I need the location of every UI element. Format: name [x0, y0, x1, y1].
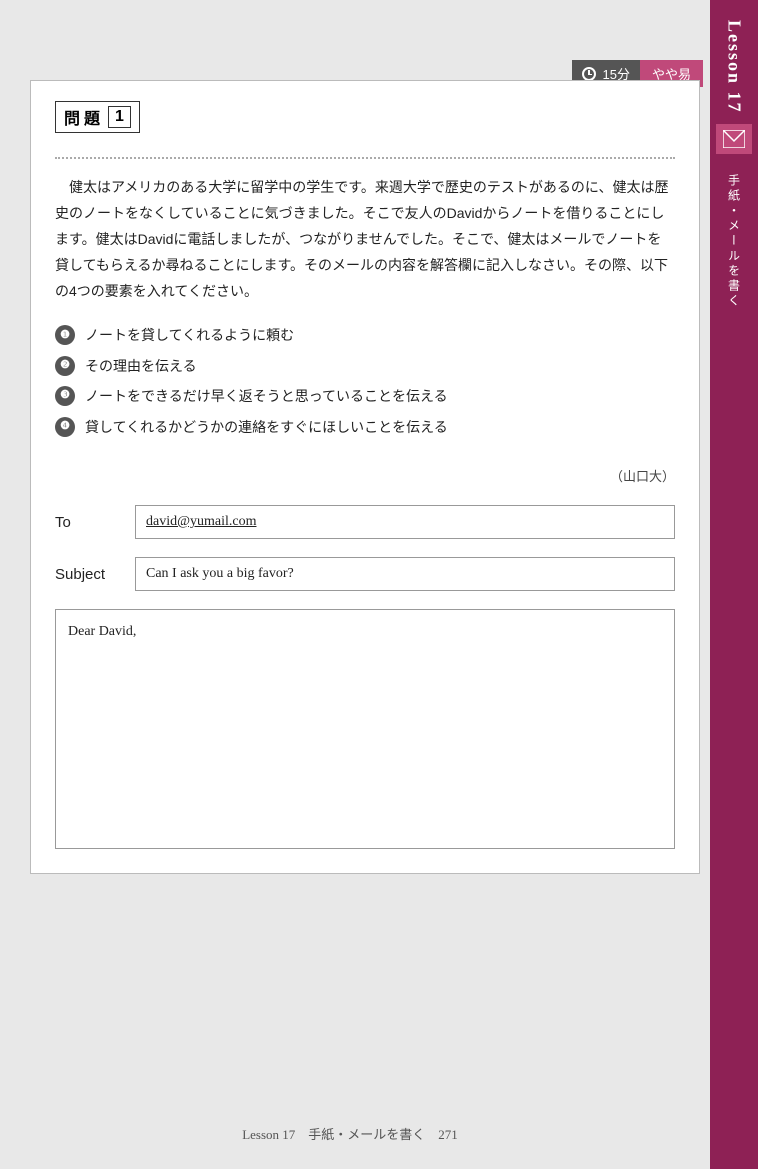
email-body-area: Dear David,: [55, 609, 675, 849]
email-to-row: To: [55, 505, 675, 539]
task-list: ❶ ノートを貸してくれるように頼む ❷ その理由を伝える ❸ ノートをできるだけ…: [55, 324, 675, 438]
subject-label: Subject: [55, 566, 135, 583]
task-text-4: 貸してくれるかどうかの連絡をすぐにほしいことを伝える: [85, 416, 448, 438]
to-input[interactable]: [135, 505, 675, 539]
problem-label1: 問: [64, 105, 80, 129]
email-subject-row: Subject: [55, 557, 675, 591]
email-body-box: Dear David,: [55, 609, 675, 849]
problem-number: 1: [108, 106, 131, 128]
mail-icon: [723, 130, 745, 148]
email-form: To Subject Dear David,: [55, 505, 675, 849]
task-item-2: ❷ その理由を伝える: [55, 355, 675, 377]
sidebar-subtitle: 手紙・メールを書く: [726, 174, 743, 309]
task-num-2: ❷: [55, 356, 75, 376]
task-text-1: ノートを貸してくれるように頼む: [85, 324, 294, 346]
instruction-text: 健太はアメリカのある大学に留学中の学生です。来週大学で歴史のテストがあるのに、健…: [55, 175, 675, 304]
main-card: 問 題 1 健太はアメリカのある大学に留学中の学生です。来週大学で歴史のテストが…: [30, 80, 700, 874]
task-item-3: ❸ ノートをできるだけ早く返そうと思っていることを伝える: [55, 385, 675, 407]
problem-label2: 題: [84, 105, 100, 129]
divider: [55, 157, 675, 159]
task-text-3: ノートをできるだけ早く返そうと思っていることを伝える: [85, 385, 448, 407]
problem-header-wrapper: 問 題 1: [55, 101, 675, 147]
task-item-1: ❶ ノートを貸してくれるように頼む: [55, 324, 675, 346]
sidebar-icon: [716, 124, 752, 154]
task-item-4: ❹ 貸してくれるかどうかの連絡をすぐにほしいことを伝える: [55, 416, 675, 438]
page-footer: Lesson 17 手紙・メールを書く 271: [0, 1124, 700, 1143]
task-num-3: ❸: [55, 386, 75, 406]
to-label: To: [55, 514, 135, 531]
problem-header: 問 題 1: [55, 101, 140, 133]
task-num-4: ❹: [55, 417, 75, 437]
body-greeting: Dear David,: [68, 624, 136, 639]
sidebar-lesson-label: Lesson 17: [724, 20, 745, 114]
subject-input[interactable]: [135, 557, 675, 591]
page-wrapper: 15分 やや易 問 題 1 健太はアメリカのある大学に留学中の学生です。来週大学…: [0, 0, 758, 1169]
task-source: （山口大）: [55, 466, 675, 485]
sidebar: Lesson 17 手紙・メールを書く: [710, 0, 758, 1169]
task-text-2: その理由を伝える: [85, 355, 197, 377]
task-num-1: ❶: [55, 325, 75, 345]
